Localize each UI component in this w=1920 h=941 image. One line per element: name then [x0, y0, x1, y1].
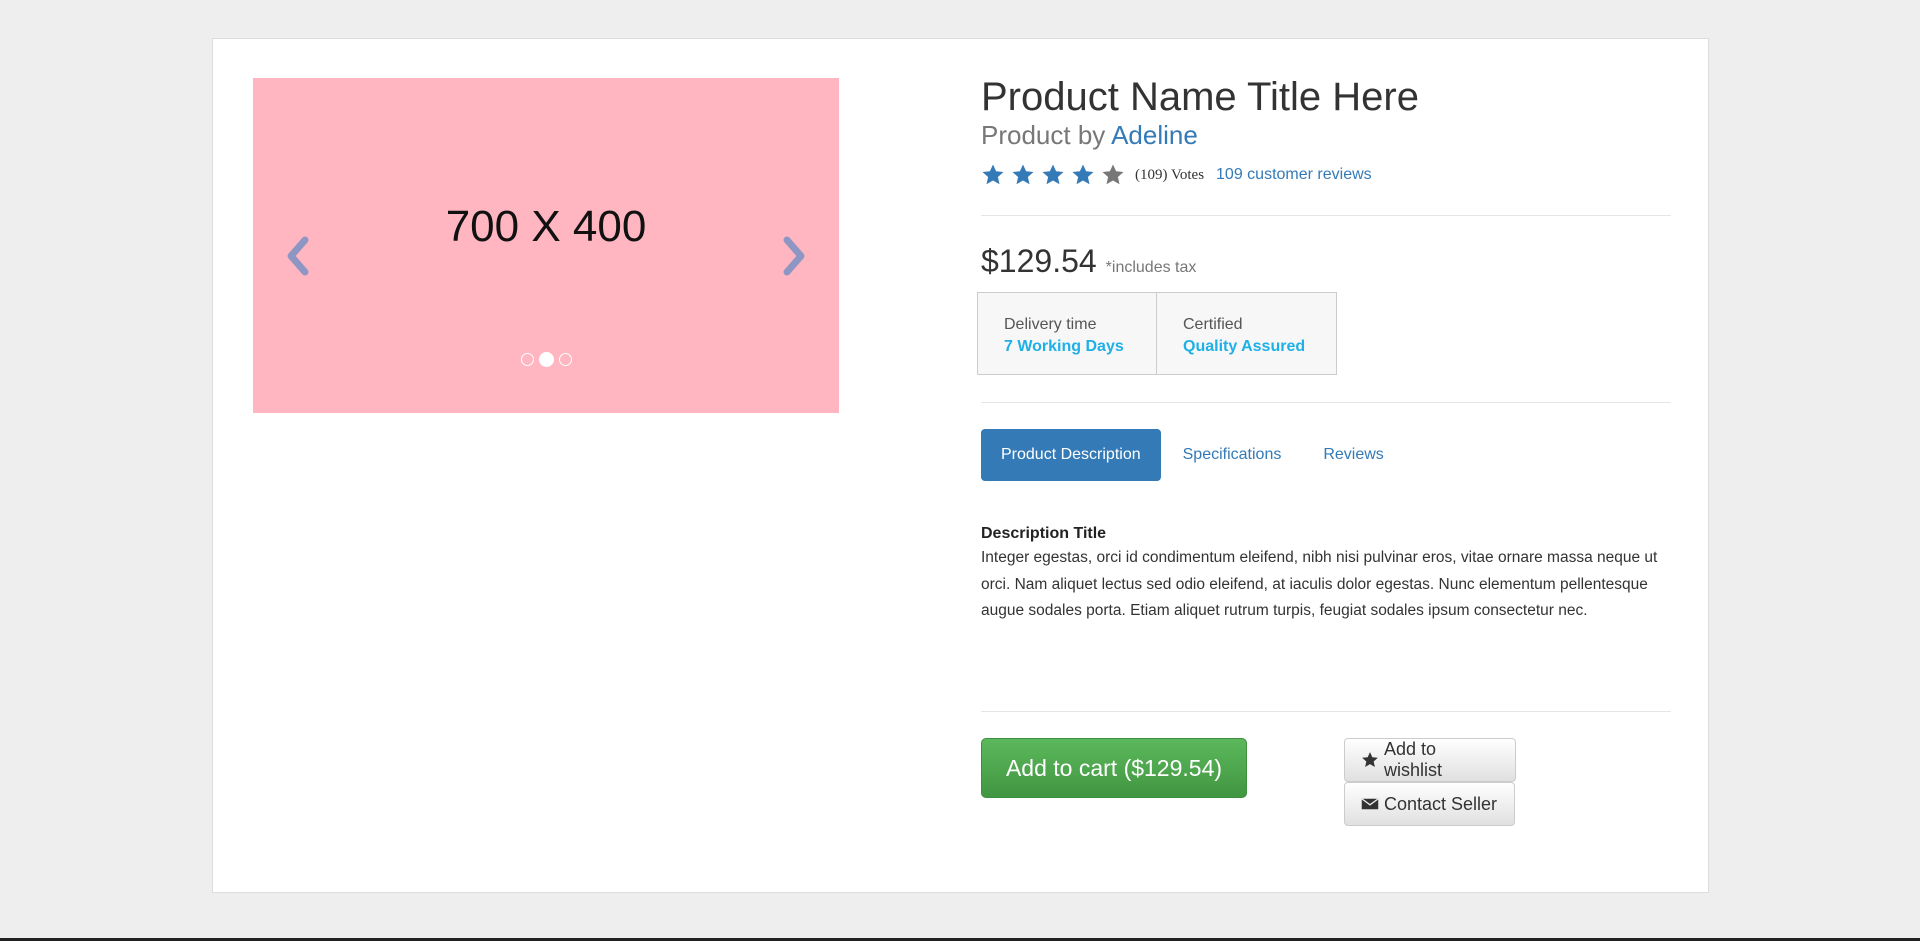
product-byline: Product by Adeline [981, 120, 1671, 150]
wishlist-label: Add to wishlist [1383, 739, 1442, 780]
price-row: $129.54 *includes tax [981, 243, 1196, 280]
contact-seller-button[interactable]: Contact Seller [1344, 782, 1515, 826]
divider [981, 402, 1671, 403]
tax-note: *includes tax [1105, 259, 1197, 276]
feature-boxes: Delivery time 7 Working Days Certified Q… [977, 292, 1337, 375]
add-to-wishlist-button[interactable]: Add to wishlist [1344, 738, 1516, 782]
chevron-left-icon [287, 236, 309, 276]
carousel-indicator[interactable] [538, 352, 554, 367]
description-body: Integer egestas, orci id condimentum ele… [981, 549, 1658, 619]
byline-prefix: Product by [981, 120, 1106, 150]
feature-value: 7 Working Days [1004, 338, 1124, 355]
tab-reviews[interactable]: Reviews [1303, 429, 1403, 481]
rating-stars [981, 163, 1131, 187]
product-info: Product Name Title Here Product by Adeli… [981, 75, 1671, 188]
feature-certified: Certified Quality Assured [1157, 292, 1337, 375]
tab-specifications[interactable]: Specifications [1163, 429, 1302, 481]
star-icon [1102, 164, 1124, 185]
description-panel: Description Title Integer egestas, orci … [981, 523, 1671, 625]
product-rating: (109) Votes 109 customer reviews [981, 162, 1671, 188]
carousel-placeholder-text: 700 X 400 [445, 202, 647, 251]
chevron-right-icon [783, 236, 805, 276]
customer-reviews-link[interactable]: 109 customer reviews [1216, 166, 1372, 184]
votes-count: (109) Votes [1135, 166, 1205, 183]
feature-label: Delivery time [1004, 316, 1097, 333]
product-title: Product Name Title Here [981, 75, 1419, 119]
carousel-indicator[interactable] [558, 353, 572, 366]
carousel-indicator[interactable] [520, 353, 534, 366]
product-price: $129.54 [981, 243, 1097, 279]
star-icon [1072, 164, 1094, 185]
star-icon [982, 164, 1004, 185]
carousel-next-button[interactable] [775, 234, 811, 278]
description-title: Description Title [981, 525, 1107, 542]
envelope-icon [1361, 798, 1379, 810]
carousel-prev-button[interactable] [281, 234, 317, 278]
feature-value: Quality Assured [1183, 338, 1306, 355]
divider [981, 711, 1671, 712]
feature-label: Certified [1183, 316, 1243, 333]
star-icon [1012, 164, 1034, 185]
star-icon [1042, 164, 1064, 185]
product-image-carousel[interactable]: 700 X 400 [253, 78, 839, 413]
product-card: 700 X 400 Product Name Title Here Produc… [212, 38, 1709, 893]
contact-label: Contact Seller [1384, 793, 1498, 814]
product-tabs: Product Description Specifications Revie… [981, 429, 1406, 481]
tab-product-description[interactable]: Product Description [981, 429, 1161, 481]
star-icon [1362, 752, 1378, 767]
divider [981, 215, 1671, 216]
seller-link[interactable]: Adeline [1111, 120, 1198, 150]
add-to-cart-button[interactable]: Add to cart ($129.54) [981, 738, 1247, 798]
carousel-indicators [253, 352, 839, 367]
feature-delivery-time: Delivery time 7 Working Days [977, 292, 1157, 375]
